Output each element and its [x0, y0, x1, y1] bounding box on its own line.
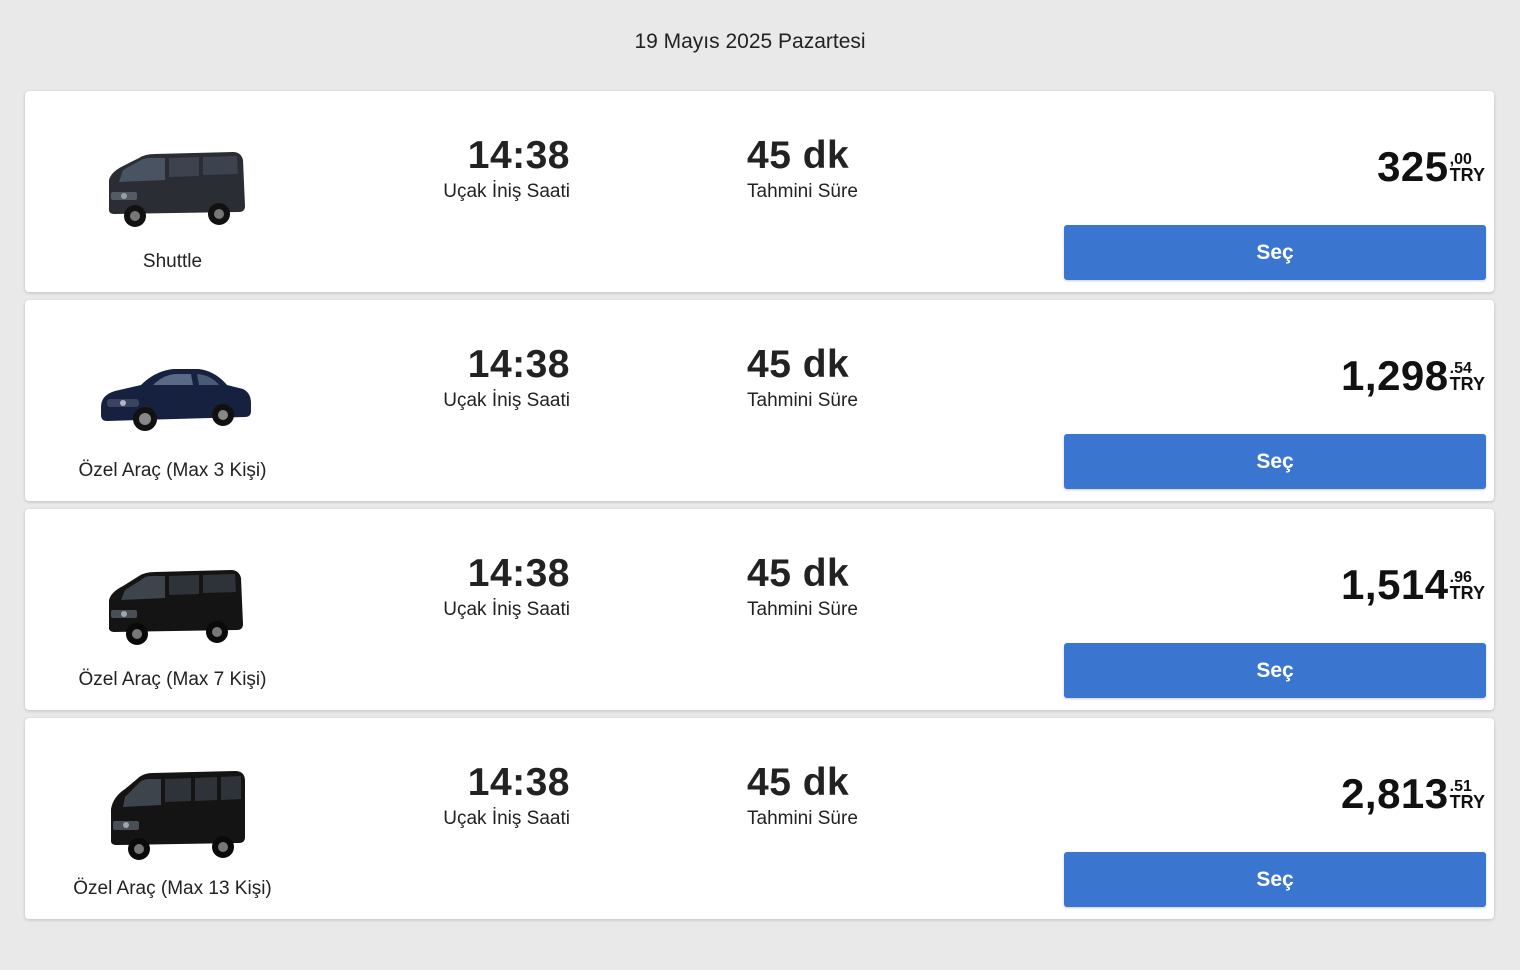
sedan-icon — [101, 369, 251, 431]
offer-card: Özel Araç (Max 13 Kişi) 14:38 Uçak İniş … — [25, 718, 1494, 919]
price: 2,813 .51 TRY — [1341, 770, 1485, 818]
landing-time-label: Uçak İniş Saati — [443, 181, 570, 202]
price: 1,298 .54 TRY — [1341, 352, 1485, 400]
landing-time-block: 14:38 Uçak İniş Saati — [410, 760, 570, 832]
offer-card: Özel Araç (Max 3 Kişi) 14:38 Uçak İniş S… — [25, 300, 1494, 501]
landing-time-block: 14:38 Uçak İniş Saati — [410, 342, 570, 414]
price-currency: TRY — [1449, 792, 1485, 812]
vehicle-section: Shuttle — [25, 91, 320, 292]
vehicle-name: Shuttle — [142, 251, 203, 272]
select-button[interactable]: Seç — [1064, 225, 1486, 280]
offer-list: Shuttle 14:38 Uçak İniş Saati 45 dk Tahm… — [25, 91, 1494, 927]
offer-card: Özel Araç (Max 7 Kişi) 14:38 Uçak İniş S… — [25, 509, 1494, 710]
price-main: 1,514 — [1341, 561, 1449, 608]
date-header: 19 Mayıs 2025 Pazartesi — [634, 30, 866, 53]
vehicle-name: Özel Araç (Max 13 Kişi) — [73, 878, 272, 899]
duration-value: 45 dk — [747, 134, 850, 177]
landing-time-label: Uçak İniş Saati — [443, 390, 570, 411]
vehicle-section: Özel Araç (Max 13 Kişi) — [25, 718, 320, 919]
duration-block: 45 dk Tahmini Süre — [747, 551, 947, 623]
duration-label: Tahmini Süre — [747, 390, 858, 411]
price-currency: TRY — [1449, 165, 1485, 185]
price: 325 ,00 TRY — [1377, 143, 1485, 191]
landing-time-label: Uçak İniş Saati — [443, 808, 570, 829]
landing-time: 14:38 — [467, 761, 570, 804]
vehicle-name: Özel Araç (Max 7 Kişi) — [78, 669, 267, 690]
van-icon — [109, 570, 243, 645]
duration-value: 45 dk — [747, 343, 850, 386]
duration-label: Tahmini Süre — [747, 599, 858, 620]
minibus-icon — [111, 771, 245, 860]
landing-time: 14:38 — [467, 552, 570, 595]
price: 1,514 .96 TRY — [1341, 561, 1485, 609]
price-main: 2,813 — [1341, 770, 1449, 817]
vehicle-section: Özel Araç (Max 3 Kişi) — [25, 300, 320, 501]
price-currency: TRY — [1449, 583, 1485, 603]
duration-label: Tahmini Süre — [747, 181, 858, 202]
duration-value: 45 dk — [747, 552, 850, 595]
landing-time-block: 14:38 Uçak İniş Saati — [410, 551, 570, 623]
landing-time: 14:38 — [467, 343, 570, 386]
van-icon — [109, 152, 245, 227]
duration-label: Tahmini Süre — [747, 808, 858, 829]
duration-block: 45 dk Tahmini Süre — [747, 342, 947, 414]
price-currency: TRY — [1449, 374, 1485, 394]
select-button[interactable]: Seç — [1064, 434, 1486, 489]
offer-card: Shuttle 14:38 Uçak İniş Saati 45 dk Tahm… — [25, 91, 1494, 292]
select-button[interactable]: Seç — [1064, 643, 1486, 698]
price-main: 1,298 — [1341, 352, 1449, 399]
landing-time: 14:38 — [467, 134, 570, 177]
price-main: 325 — [1377, 143, 1449, 190]
vehicle-name: Özel Araç (Max 3 Kişi) — [78, 460, 267, 481]
select-button[interactable]: Seç — [1064, 852, 1486, 907]
duration-value: 45 dk — [747, 761, 850, 804]
duration-block: 45 dk Tahmini Süre — [747, 133, 947, 205]
landing-time-label: Uçak İniş Saati — [443, 599, 570, 620]
landing-time-block: 14:38 Uçak İniş Saati — [410, 133, 570, 205]
duration-block: 45 dk Tahmini Süre — [747, 760, 947, 832]
vehicle-section: Özel Araç (Max 7 Kişi) — [25, 509, 320, 710]
